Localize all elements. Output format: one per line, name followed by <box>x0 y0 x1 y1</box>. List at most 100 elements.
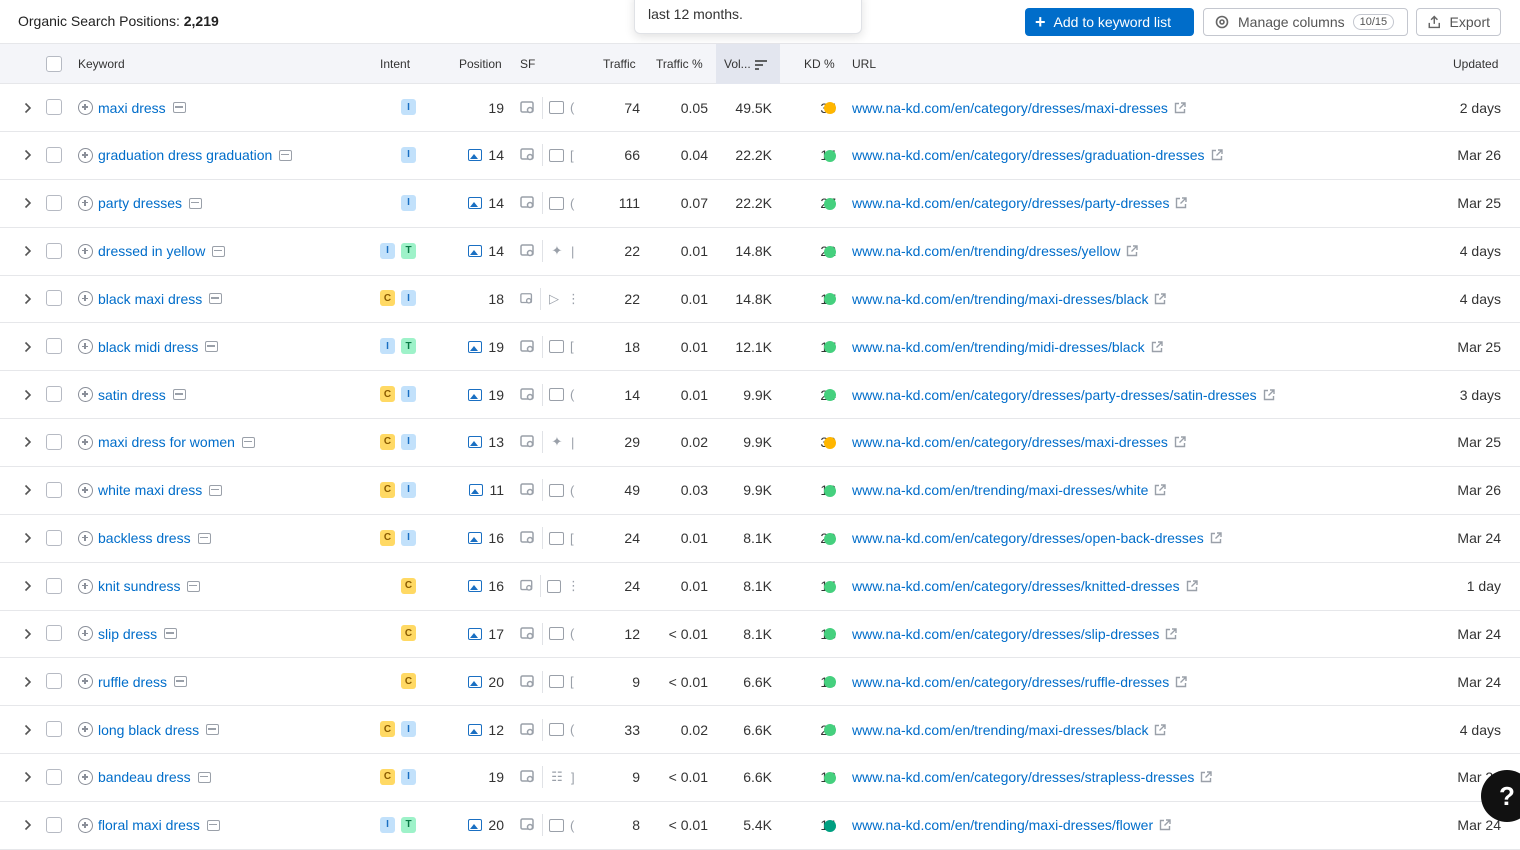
serp-snapshot-icon[interactable] <box>206 819 220 831</box>
select-all-checkbox[interactable] <box>46 56 62 72</box>
keyword-link[interactable]: slip dress <box>98 626 157 642</box>
serp-features-cell[interactable]: [ <box>520 323 580 370</box>
keyword-link[interactable]: black midi dress <box>98 339 198 355</box>
url-link[interactable]: www.na-kd.com/en/category/dresses/slip-d… <box>852 626 1159 642</box>
expand-row-chevron-icon[interactable] <box>24 802 38 849</box>
add-keyword-icon[interactable] <box>78 626 93 642</box>
keyword-link[interactable]: knit sundress <box>98 578 180 594</box>
expand-row-chevron-icon[interactable] <box>24 371 38 418</box>
url-link[interactable]: www.na-kd.com/en/category/dresses/ruffle… <box>852 674 1169 690</box>
row-checkbox[interactable] <box>46 625 62 642</box>
add-keyword-icon[interactable] <box>78 291 93 307</box>
serp-snapshot-icon[interactable] <box>189 197 203 209</box>
add-keyword-icon[interactable] <box>78 674 93 690</box>
url-link[interactable]: www.na-kd.com/en/trending/maxi-dresses/f… <box>852 817 1153 833</box>
expand-row-chevron-icon[interactable] <box>24 563 38 610</box>
row-checkbox[interactable] <box>46 529 62 546</box>
column-updated[interactable]: Updated <box>1453 57 1498 71</box>
url-link[interactable]: www.na-kd.com/en/category/dresses/party-… <box>852 387 1257 403</box>
serp-features-cell[interactable]: ( <box>520 371 580 418</box>
external-link-icon[interactable] <box>1151 341 1163 353</box>
keyword-link[interactable]: party dresses <box>98 195 182 211</box>
column-kd[interactable]: KD % <box>804 57 835 71</box>
add-keyword-icon[interactable] <box>78 530 93 546</box>
row-checkbox[interactable] <box>46 146 62 163</box>
row-checkbox[interactable] <box>46 768 62 785</box>
add-keyword-icon[interactable] <box>78 817 93 833</box>
keyword-link[interactable]: backless dress <box>98 530 191 546</box>
expand-row-chevron-icon[interactable] <box>24 84 38 131</box>
serp-snapshot-icon[interactable] <box>209 293 223 305</box>
keyword-link[interactable]: dressed in yellow <box>98 243 205 259</box>
serp-features-cell[interactable]: ( <box>520 610 580 657</box>
add-keyword-icon[interactable] <box>78 578 93 594</box>
external-link-icon[interactable] <box>1263 388 1275 401</box>
serp-snapshot-icon[interactable] <box>209 484 223 496</box>
url-link[interactable]: www.na-kd.com/en/trending/midi-dresses/b… <box>852 339 1145 355</box>
serp-snapshot-icon[interactable] <box>174 676 187 688</box>
serp-snapshot-icon[interactable] <box>164 628 178 640</box>
add-keyword-icon[interactable] <box>78 100 93 115</box>
serp-snapshot-icon[interactable] <box>172 102 186 113</box>
expand-row-chevron-icon[interactable] <box>24 658 38 705</box>
column-traffic-percent[interactable]: Traffic % <box>656 57 703 71</box>
expand-row-chevron-icon[interactable] <box>24 132 38 179</box>
serp-snapshot-icon[interactable] <box>241 436 255 448</box>
column-keyword[interactable]: Keyword <box>78 57 125 71</box>
serp-features-cell[interactable]: ✦ | <box>520 228 580 275</box>
expand-row-chevron-icon[interactable] <box>24 180 38 227</box>
keyword-link[interactable]: graduation dress graduation <box>98 147 272 163</box>
row-checkbox[interactable] <box>46 338 62 355</box>
keyword-link[interactable]: ruffle dress <box>98 674 167 690</box>
keyword-link[interactable]: satin dress <box>98 387 166 403</box>
serp-snapshot-icon[interactable] <box>279 149 293 161</box>
row-checkbox[interactable] <box>46 673 62 690</box>
column-sf[interactable]: SF <box>520 57 535 71</box>
serp-snapshot-icon[interactable] <box>197 532 211 544</box>
serp-snapshot-icon[interactable] <box>206 724 220 736</box>
row-checkbox[interactable] <box>46 99 62 115</box>
external-link-icon[interactable] <box>1165 628 1178 640</box>
row-checkbox[interactable] <box>46 433 62 450</box>
serp-snapshot-icon[interactable] <box>197 771 211 783</box>
add-keyword-icon[interactable] <box>78 195 93 211</box>
serp-features-cell[interactable]: [ <box>520 132 580 179</box>
external-link-icon[interactable] <box>1210 532 1222 544</box>
row-checkbox[interactable] <box>46 242 62 259</box>
url-link[interactable]: www.na-kd.com/en/category/dresses/maxi-d… <box>852 434 1168 450</box>
url-link[interactable]: www.na-kd.com/en/trending/maxi-dresses/b… <box>852 722 1148 738</box>
url-link[interactable]: www.na-kd.com/en/category/dresses/open-b… <box>852 530 1204 546</box>
url-link[interactable]: www.na-kd.com/en/trending/dresses/yellow <box>852 243 1120 259</box>
external-link-icon[interactable] <box>1126 245 1139 257</box>
add-to-keyword-list-button[interactable]: + Add to keyword list <box>1025 8 1194 36</box>
keyword-link[interactable]: white maxi dress <box>98 482 202 498</box>
serp-snapshot-icon[interactable] <box>212 245 226 257</box>
column-intent[interactable]: Intent <box>380 57 410 71</box>
url-link[interactable]: www.na-kd.com/en/category/dresses/maxi-d… <box>852 100 1168 116</box>
serp-features-cell[interactable]: ▷ ⋮ <box>520 275 580 322</box>
serp-features-cell[interactable]: [ <box>520 515 580 562</box>
url-link[interactable]: www.na-kd.com/en/category/dresses/strapl… <box>852 769 1194 785</box>
external-link-icon[interactable] <box>1174 436 1186 448</box>
expand-row-chevron-icon[interactable] <box>24 275 38 322</box>
add-keyword-icon[interactable] <box>78 722 93 738</box>
keyword-link[interactable]: black maxi dress <box>98 291 202 307</box>
serp-features-cell[interactable]: ( <box>520 802 580 849</box>
url-link[interactable]: www.na-kd.com/en/category/dresses/gradua… <box>852 147 1205 163</box>
row-checkbox[interactable] <box>46 816 62 833</box>
serp-features-cell[interactable]: ✦ | <box>520 419 580 466</box>
external-link-icon[interactable] <box>1211 149 1223 161</box>
add-keyword-icon[interactable] <box>78 434 93 450</box>
url-link[interactable]: www.na-kd.com/en/trending/maxi-dresses/b… <box>852 291 1148 307</box>
keyword-link[interactable]: maxi dress for women <box>98 434 235 450</box>
keyword-link[interactable]: maxi dress <box>98 100 166 116</box>
url-link[interactable]: www.na-kd.com/en/category/dresses/knitte… <box>852 578 1180 594</box>
expand-row-chevron-icon[interactable] <box>24 467 38 514</box>
serp-features-cell[interactable]: ⋮ <box>520 563 580 610</box>
add-keyword-icon[interactable] <box>78 769 93 785</box>
url-link[interactable]: www.na-kd.com/en/trending/maxi-dresses/w… <box>852 482 1148 498</box>
column-volume[interactable]: Vol... <box>724 57 767 71</box>
external-link-icon[interactable] <box>1175 675 1187 688</box>
serp-features-cell[interactable]: ( <box>520 84 580 131</box>
row-checkbox[interactable] <box>46 481 62 498</box>
